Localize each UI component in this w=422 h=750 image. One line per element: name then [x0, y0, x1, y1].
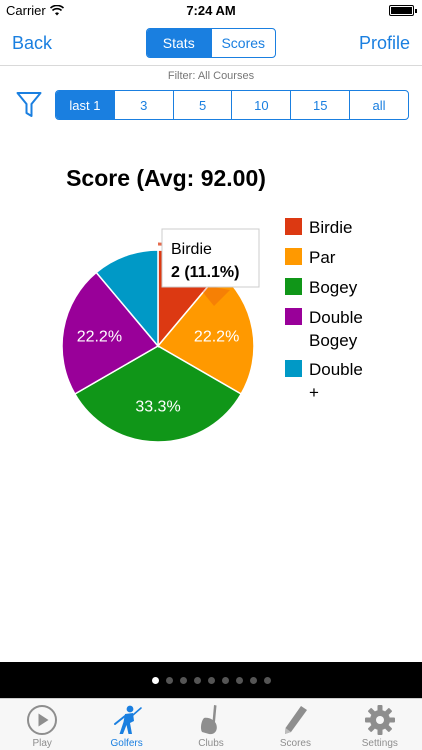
page-dot[interactable] — [207, 676, 215, 684]
range-segmented-control: last 1 3 5 10 15 all — [55, 90, 409, 120]
legend-label: Birdie — [309, 218, 352, 237]
tab-play[interactable]: Play — [0, 699, 84, 750]
legend-swatch — [285, 248, 302, 265]
gear-icon — [364, 705, 395, 735]
tab-settings[interactable]: Settings — [338, 699, 422, 750]
golfer-icon — [113, 705, 142, 734]
legend-label: Bogey — [309, 278, 358, 297]
filter-label: Filter: All Courses — [167, 70, 255, 82]
tooltip-value: 2 (11.1%) — [171, 264, 239, 281]
tab-clubs[interactable]: Clubs — [169, 699, 253, 750]
tab-settings-label: Settings — [361, 738, 398, 749]
page-dot[interactable] — [249, 676, 257, 684]
segment-stats[interactable]: Stats — [147, 29, 211, 57]
page-dot[interactable] — [263, 676, 271, 684]
status-bar: Carrier 7:24 AM — [0, 0, 422, 22]
play-icon — [27, 705, 58, 735]
page-dot[interactable] — [165, 676, 173, 684]
profile-button[interactable]: Profile — [359, 33, 410, 54]
range-10[interactable]: 10 — [231, 91, 290, 119]
legend-label: Par — [309, 248, 336, 267]
legend-label: Double + — [309, 360, 363, 402]
legend-swatch — [285, 308, 302, 325]
page-indicator[interactable] — [0, 662, 422, 698]
tab-clubs-label: Clubs — [198, 738, 224, 749]
range-15[interactable]: 15 — [290, 91, 349, 119]
range-5[interactable]: 5 — [172, 91, 232, 119]
tooltip-title: Birdie — [171, 241, 212, 258]
tab-scores-label: Scores — [279, 738, 311, 749]
slice-percent-label: 33.3% — [135, 399, 180, 416]
legend-label: Double Bogey — [309, 308, 363, 350]
segment-scores[interactable]: Scores — [210, 29, 276, 57]
tab-golfers-label: Golfers — [110, 738, 143, 749]
stats-scores-segmented-control: Stats Scores — [146, 28, 276, 58]
slice-percent-label: 22.2% — [194, 329, 239, 346]
tab-bar: Play Golfers Clubs Scores Settings — [0, 698, 422, 750]
chart-legend: Birdie Par Bogey Double Bogey Double + — [285, 218, 363, 402]
pencil-icon — [285, 706, 308, 734]
range-all[interactable]: all — [349, 91, 408, 119]
page-dot[interactable] — [193, 676, 201, 684]
filter-icon[interactable] — [16, 91, 42, 119]
chart-title: Score (Avg: 92.00) — [66, 165, 266, 191]
tab-play-label: Play — [32, 738, 52, 749]
page-dot[interactable] — [235, 676, 243, 684]
status-time: 7:24 AM — [186, 3, 236, 18]
range-last-1[interactable]: last 1 — [56, 91, 114, 119]
tab-golfers[interactable]: Golfers — [84, 699, 168, 750]
page-dot[interactable] — [221, 676, 229, 684]
range-3[interactable]: 3 — [113, 91, 173, 119]
nav-bar: Back Stats Scores Profile — [0, 22, 422, 66]
legend-swatch — [285, 278, 302, 295]
page-dot[interactable] — [179, 676, 187, 684]
legend-swatch — [285, 218, 302, 235]
page-dot[interactable] — [151, 676, 159, 684]
slice-percent-label: 22.2% — [77, 329, 122, 346]
legend-swatch — [285, 360, 302, 377]
battery-icon — [389, 5, 417, 16]
club-icon — [200, 705, 217, 735]
tab-scores[interactable]: Scores — [253, 699, 337, 750]
back-button[interactable]: Back — [12, 33, 52, 54]
score-pie-chart: Score (Avg: 92.00) 22.2% 33.3% 22.2% Birdi… — [61, 165, 363, 443]
